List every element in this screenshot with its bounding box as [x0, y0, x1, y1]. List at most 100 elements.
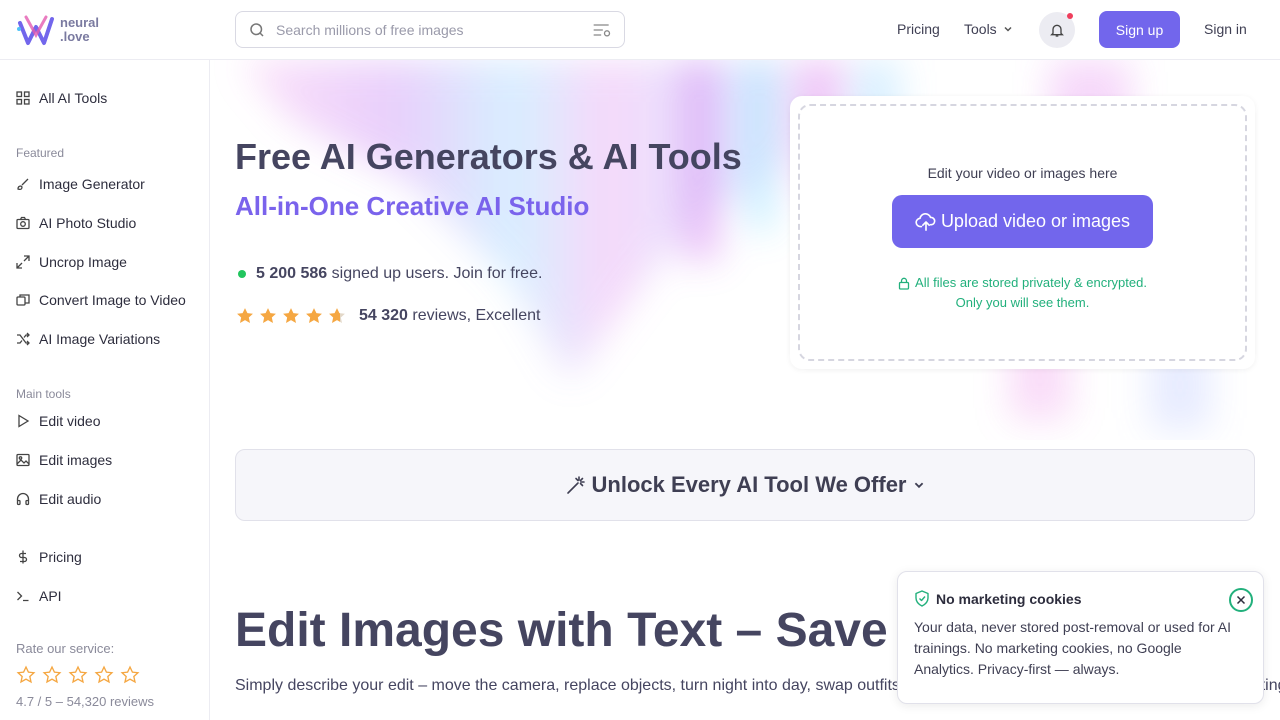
sidebar-item-label: Uncrop Image — [39, 254, 127, 270]
chevron-down-icon — [914, 482, 923, 489]
reviews-text: reviews, Excellent — [407, 307, 541, 324]
star-outline-icon[interactable] — [16, 665, 36, 685]
grid-icon — [16, 91, 30, 105]
camera-icon — [16, 216, 30, 230]
section-heading: Edit Images with Text – Save — [235, 604, 888, 657]
shield-check-icon — [915, 590, 929, 607]
unlock-label: Unlock Every AI Tool We Offer — [591, 472, 907, 497]
sidebar-item-label: API — [39, 588, 62, 604]
star-outline-icon[interactable] — [94, 665, 114, 685]
headphones-icon — [16, 492, 30, 506]
star-filled-icon — [237, 308, 253, 323]
sign-in-link[interactable]: Sign in — [1204, 21, 1247, 37]
sidebar-item-all-tools[interactable]: All AI Tools — [16, 90, 107, 106]
star-partial-icon — [329, 308, 345, 323]
brush-icon — [17, 178, 29, 191]
sidebar-heading-featured: Featured — [16, 146, 65, 160]
logo-line-2: .love — [60, 29, 90, 44]
close-icon — [1236, 595, 1246, 605]
sidebar-item-image-generator[interactable]: Image Generator — [16, 176, 145, 192]
nav-tools-menu[interactable]: Tools — [964, 21, 1013, 37]
sidebar-item-label: Edit images — [39, 452, 113, 468]
sidebar-item-ai-image-variations[interactable]: AI Image Variations — [16, 331, 160, 347]
sidebar-item-edit-video[interactable]: Edit video — [16, 413, 100, 429]
sidebar-item-ai-photo-studio[interactable]: AI Photo Studio — [16, 215, 136, 231]
signup-stat: 5 200 586 signed up users. Join for free… — [238, 265, 542, 283]
rating-stars-input — [16, 665, 140, 685]
upload-button[interactable]: Upload video or images — [892, 195, 1153, 248]
privacy-note: All files are stored privately & encrypt… — [800, 273, 1245, 313]
reviews-summary: 54 320 reviews, Excellent — [235, 306, 540, 326]
terminal-icon — [17, 591, 29, 602]
users-count: 5 200 586 — [256, 265, 328, 282]
images-icon — [16, 294, 30, 306]
sidebar-item-edit-images[interactable]: Edit images — [16, 452, 112, 468]
sidebar-item-label: Pricing — [39, 549, 82, 565]
lock-icon — [898, 277, 910, 290]
rate-heading: Rate our service: — [16, 641, 115, 656]
upload-card: Edit your video or images here Upload vi… — [790, 96, 1255, 369]
sidebar-heading-main-tools: Main tools — [16, 387, 71, 401]
sidebar-item-label: Edit audio — [39, 491, 102, 507]
sidebar-item-label: AI Image Variations — [39, 331, 161, 347]
logo-text: neural .love — [60, 16, 99, 44]
sidebar-item-label: Convert Image to Video — [39, 292, 186, 308]
dollar-icon — [18, 550, 28, 564]
magic-wand-icon — [566, 476, 585, 494]
play-icon — [18, 414, 30, 428]
logo-icon — [17, 15, 54, 45]
sidebar-item-pricing[interactable]: Pricing — [16, 549, 82, 565]
nav-pricing-link[interactable]: Pricing — [897, 21, 940, 37]
filter-settings-icon[interactable] — [592, 21, 612, 39]
star-filled-icon — [283, 308, 299, 323]
sign-up-button[interactable]: Sign up — [1099, 11, 1180, 48]
shuffle-icon — [17, 332, 30, 346]
logo[interactable]: neural .love — [16, 13, 99, 47]
star-filled-icon — [260, 308, 276, 323]
sidebar-item-label: Image Generator — [39, 176, 145, 192]
sidebar-item-uncrop-image[interactable]: Uncrop Image — [16, 254, 127, 270]
cookie-title-row: No marketing cookies — [914, 590, 1082, 607]
nav-tools-label: Tools — [964, 21, 997, 37]
rating-stars — [235, 306, 347, 326]
sidebar-item-convert-image-to-video[interactable]: Convert Image to Video — [16, 292, 186, 308]
upload-title: Edit your video or images here — [927, 165, 1118, 181]
expand-icon — [16, 255, 30, 269]
sidebar-item-label: AI Photo Studio — [39, 215, 137, 231]
sidebar-item-label: Edit video — [39, 413, 101, 429]
sidebar-item-label: All AI Tools — [39, 90, 108, 106]
sidebar: All AI Tools Featured Image Generator AI… — [0, 60, 210, 720]
privacy-note-line-1: All files are stored privately & encrypt… — [915, 275, 1147, 290]
star-filled-icon — [306, 308, 322, 323]
upload-button-label: Upload video or images — [940, 211, 1131, 231]
search-icon — [250, 22, 264, 37]
star-outline-icon[interactable] — [68, 665, 88, 685]
sidebar-item-edit-audio[interactable]: Edit audio — [16, 491, 101, 507]
notifications-button[interactable] — [1039, 12, 1075, 48]
image-icon — [16, 453, 30, 467]
cookie-notice: No marketing cookies Your data, never st… — [897, 571, 1264, 704]
chevron-down-icon — [1004, 26, 1012, 32]
cloud-upload-icon — [915, 212, 936, 231]
users-text: signed up users. Join for free. — [327, 265, 543, 282]
reviews-count: 54 320 — [359, 307, 408, 324]
hero-subtitle: All-in-One Creative AI Studio — [235, 191, 590, 221]
search-bar — [235, 11, 625, 48]
search-input[interactable] — [276, 21, 592, 38]
cookie-text: Your data, never stored post-removal or … — [914, 619, 1231, 677]
bell-icon — [1050, 24, 1064, 37]
online-dot — [238, 270, 246, 278]
logo-line-1: neural — [60, 15, 100, 30]
upload-dropzone[interactable]: Edit your video or images here Upload vi… — [798, 104, 1247, 361]
cookie-title: No marketing cookies — [936, 590, 1082, 607]
rating-summary: 4.7 / 5 – 54,320 reviews — [16, 694, 155, 709]
sidebar-item-api[interactable]: API — [16, 588, 62, 604]
star-outline-icon[interactable] — [120, 665, 140, 685]
unlock-tools-toggle[interactable]: Unlock Every AI Tool We Offer — [235, 449, 1255, 521]
hero-title: Free AI Generators & AI Tools — [235, 136, 742, 177]
star-outline-icon[interactable] — [42, 665, 62, 685]
notification-dot — [1067, 13, 1073, 19]
top-bar: neural .love Pricing Tools Sign up Sign … — [0, 0, 1280, 60]
close-cookie-button[interactable] — [1229, 588, 1253, 612]
privacy-note-line-2: Only you will see them. — [955, 295, 1090, 310]
